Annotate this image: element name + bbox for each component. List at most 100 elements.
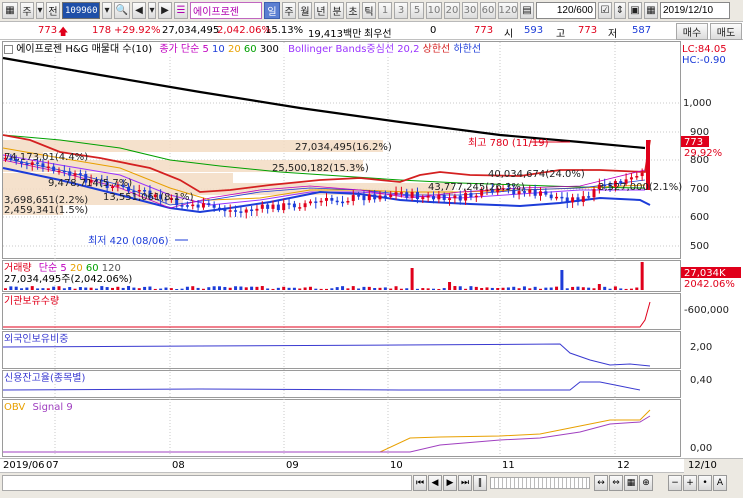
expand-icon[interactable]: ⇕ — [614, 2, 626, 19]
period-tick[interactable]: 틱 — [362, 2, 376, 19]
volume-bar — [362, 286, 366, 290]
candle — [73, 173, 77, 176]
reset-icon[interactable]: • — [698, 475, 712, 491]
candle — [191, 204, 195, 207]
pause-icon[interactable]: ‖ — [473, 475, 487, 491]
checkbox-icon[interactable] — [4, 44, 13, 54]
volume-bar — [448, 282, 452, 290]
interval-60[interactable]: 60 — [480, 2, 496, 19]
volume-bar — [207, 287, 211, 290]
interval-10[interactable]: 10 — [426, 2, 442, 19]
chevron-down-icon[interactable]: ▾ — [102, 2, 112, 19]
zoom-out-icon[interactable]: − — [668, 475, 682, 491]
period-day[interactable]: 일 — [264, 2, 280, 19]
interval-30[interactable]: 30 — [462, 2, 478, 19]
candle — [228, 210, 232, 212]
interval-1[interactable]: 1 — [378, 2, 392, 19]
prev-stock-icon[interactable]: ◀ — [132, 2, 146, 19]
interval-120[interactable]: 120 — [498, 2, 518, 19]
candle — [271, 204, 275, 209]
market-select[interactable]: 주 — [20, 2, 34, 19]
group-icon[interactable]: ☰ — [174, 2, 188, 19]
chevron-down-icon[interactable]: ▾ — [148, 2, 156, 19]
settings-icon[interactable]: ▤ — [520, 2, 534, 19]
volume-bar — [597, 284, 601, 290]
checkbox-icon[interactable]: ☑ — [598, 2, 612, 19]
credit-legend: 신용잔고율(종목별) — [4, 373, 86, 384]
candle — [432, 196, 435, 200]
period-month[interactable]: 월 — [298, 2, 312, 19]
stretch-icon[interactable]: ⇔ — [609, 475, 623, 491]
foreign-legend: 외국인보유비중 — [4, 334, 69, 345]
volume-bar — [613, 286, 617, 290]
calendar-icon[interactable]: ▦ — [644, 2, 658, 19]
grid-icon[interactable]: ▦ — [2, 2, 18, 19]
candle — [464, 193, 468, 201]
pin-icon[interactable]: ⊕ — [639, 475, 653, 491]
candle — [180, 205, 184, 207]
legend-ma20: 20 — [227, 44, 241, 55]
volume-bar — [437, 288, 441, 290]
period-year[interactable]: 년 — [314, 2, 328, 19]
period-second[interactable]: 초 — [346, 2, 360, 19]
zoom-slider[interactable] — [490, 477, 590, 489]
data-count-input[interactable] — [536, 2, 596, 19]
interval-5[interactable]: 5 — [410, 2, 424, 19]
chevron-down-icon[interactable]: ▾ — [36, 2, 44, 19]
candle — [346, 201, 350, 203]
candle — [410, 192, 414, 198]
volume-bar — [244, 287, 248, 290]
scroll-track[interactable] — [2, 475, 412, 491]
candle — [539, 191, 542, 196]
volume-bar — [260, 286, 264, 290]
prev-page-icon[interactable]: ◀ — [428, 475, 442, 491]
volume-bar — [346, 288, 350, 290]
current-price: 773 — [38, 25, 58, 36]
volume-bar — [549, 287, 553, 290]
all-select[interactable]: 전 — [46, 2, 60, 19]
interval-3[interactable]: 3 — [394, 2, 408, 19]
volume-bar — [399, 288, 403, 290]
chart-area[interactable]: 최고 780 (11/19) 최저 420 (08/06) 27,034,495… — [0, 40, 743, 458]
volume-bar — [512, 286, 516, 290]
period-minute[interactable]: 분 — [330, 2, 344, 19]
volume-bar — [469, 286, 473, 290]
volume-bar — [635, 287, 639, 290]
zoom-in-icon[interactable]: + — [683, 475, 697, 491]
quote-info-row: 773 🡅 178 +29.92% 27,034,495 2,042.06% 1… — [0, 22, 743, 40]
candle — [362, 195, 366, 201]
volume-bar — [73, 288, 77, 290]
candle — [223, 209, 227, 212]
volume-bar — [426, 288, 430, 290]
next-page-icon[interactable]: ▶ — [443, 475, 457, 491]
volume-bar — [506, 287, 510, 290]
interval-20[interactable]: 20 — [444, 2, 460, 19]
candle — [57, 170, 61, 173]
next-stock-icon[interactable]: ▶ — [158, 2, 172, 19]
volume-bar — [282, 286, 286, 290]
grid-icon[interactable]: ▦ — [624, 475, 638, 491]
volume-bar — [571, 286, 575, 290]
stock-code-input[interactable] — [62, 2, 100, 19]
volume-bar — [41, 288, 45, 290]
first-icon[interactable]: ⏮ — [413, 475, 427, 491]
sell-button[interactable]: 매도 — [710, 23, 742, 40]
candle — [421, 197, 425, 200]
volume-bar — [415, 288, 419, 290]
last-icon[interactable]: ⏭ — [458, 475, 472, 491]
candle — [266, 204, 270, 209]
font-size-icon[interactable]: A — [713, 475, 727, 491]
volume-bar — [496, 288, 500, 290]
candle — [212, 204, 216, 208]
fit-icon[interactable]: ↔ — [594, 475, 608, 491]
date-input[interactable] — [660, 2, 730, 19]
save-icon[interactable]: ▣ — [628, 2, 642, 19]
volume-bar — [239, 286, 243, 290]
volume-bar — [383, 287, 387, 290]
candle — [292, 203, 296, 208]
search-icon[interactable]: 🔍 — [114, 2, 130, 19]
buy-button[interactable]: 매수 — [676, 23, 708, 40]
volume-bar — [560, 270, 564, 290]
volume-bar — [111, 287, 114, 290]
period-week[interactable]: 주 — [282, 2, 296, 19]
